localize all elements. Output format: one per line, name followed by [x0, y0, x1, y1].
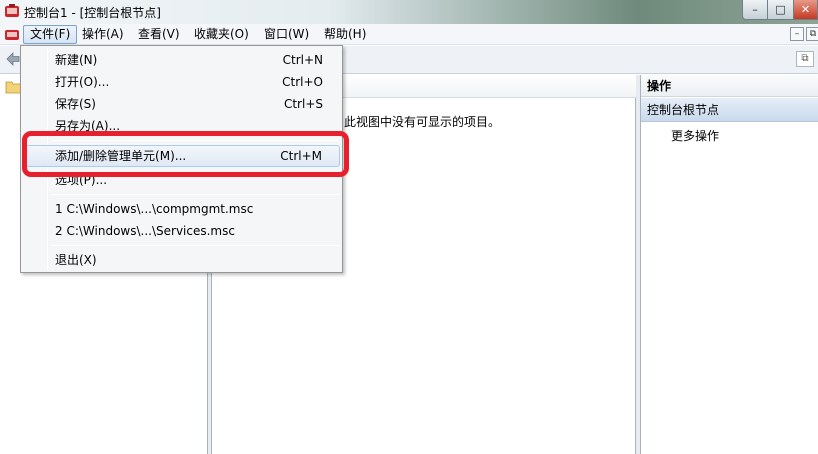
mdi-minimize-button[interactable]: – — [790, 27, 804, 41]
minimize-button[interactable]: – — [742, 0, 768, 20]
menu-item-recent-2[interactable]: 2 C:\Windows\...\Services.msc — [23, 220, 340, 242]
menu-item-recent-1[interactable]: 1 C:\Windows\...\compmgmt.msc — [23, 198, 340, 220]
menu-item-label: 保存(S) — [55, 97, 96, 111]
menu-item-shortcut: Ctrl+O — [282, 75, 323, 89]
menu-item-label: 2 C:\Windows\...\Services.msc — [55, 224, 235, 238]
mdi-restore-button[interactable]: ⧉ — [806, 27, 818, 41]
menu-bar: 文件(F) 操作(A) 查看(V) 收藏夹(O) 窗口(W) 帮助(H) – ⧉ — [0, 24, 818, 45]
actions-pane: 操作 控制台根节点 更多操作 — [641, 75, 818, 454]
actions-group-root[interactable]: 控制台根节点 — [641, 98, 818, 122]
maximize-button[interactable]: □ — [768, 0, 794, 20]
close-button[interactable]: ✕ — [794, 0, 818, 20]
menu-item-label: 1 C:\Windows\...\compmgmt.msc — [55, 202, 254, 216]
menu-help[interactable]: 帮助(H) — [318, 25, 372, 44]
menu-item-shortcut: Ctrl+S — [283, 97, 323, 111]
title-bar: 控制台1 - [控制台根节点] – □ ✕ — [0, 0, 818, 24]
back-arrow-icon[interactable] — [5, 51, 21, 67]
menu-item-save[interactable]: 保存(S) Ctrl+S — [23, 93, 340, 115]
mdi-controls: – ⧉ — [790, 27, 818, 41]
console-icon[interactable] — [4, 27, 20, 42]
menu-item-label: 退出(X) — [55, 253, 97, 267]
more-actions-link[interactable]: 更多操作 — [671, 127, 719, 144]
highlight-annotation-box — [22, 131, 349, 177]
menu-item-new[interactable]: 新建(N) Ctrl+N — [23, 49, 340, 71]
actions-header: 操作 — [641, 75, 818, 97]
menu-item-open[interactable]: 打开(O)... Ctrl+O — [23, 71, 340, 93]
menu-action[interactable]: 操作(A) — [76, 25, 130, 44]
menu-file[interactable]: 文件(F) — [23, 25, 78, 44]
window-controls: – □ ✕ — [742, 0, 818, 20]
empty-view-message: 此视图中没有可显示的项目。 — [344, 115, 501, 129]
menu-item-shortcut: Ctrl+N — [282, 53, 323, 67]
toolbar-right-icon[interactable]: ⧉ — [796, 51, 814, 67]
menu-window[interactable]: 窗口(W) — [258, 25, 315, 44]
menu-favorites[interactable]: 收藏夹(O) — [188, 25, 255, 44]
menu-view[interactable]: 查看(V) — [132, 25, 186, 44]
menu-separator — [51, 245, 339, 246]
menu-item-exit[interactable]: 退出(X) — [23, 249, 340, 271]
menu-item-label: 打开(O)... — [55, 75, 110, 89]
menu-item-label: 新建(N) — [55, 53, 98, 67]
mmc-app-icon[interactable] — [4, 3, 20, 19]
menu-separator — [51, 194, 339, 195]
window-title: 控制台1 - [控制台根节点] — [24, 6, 161, 20]
